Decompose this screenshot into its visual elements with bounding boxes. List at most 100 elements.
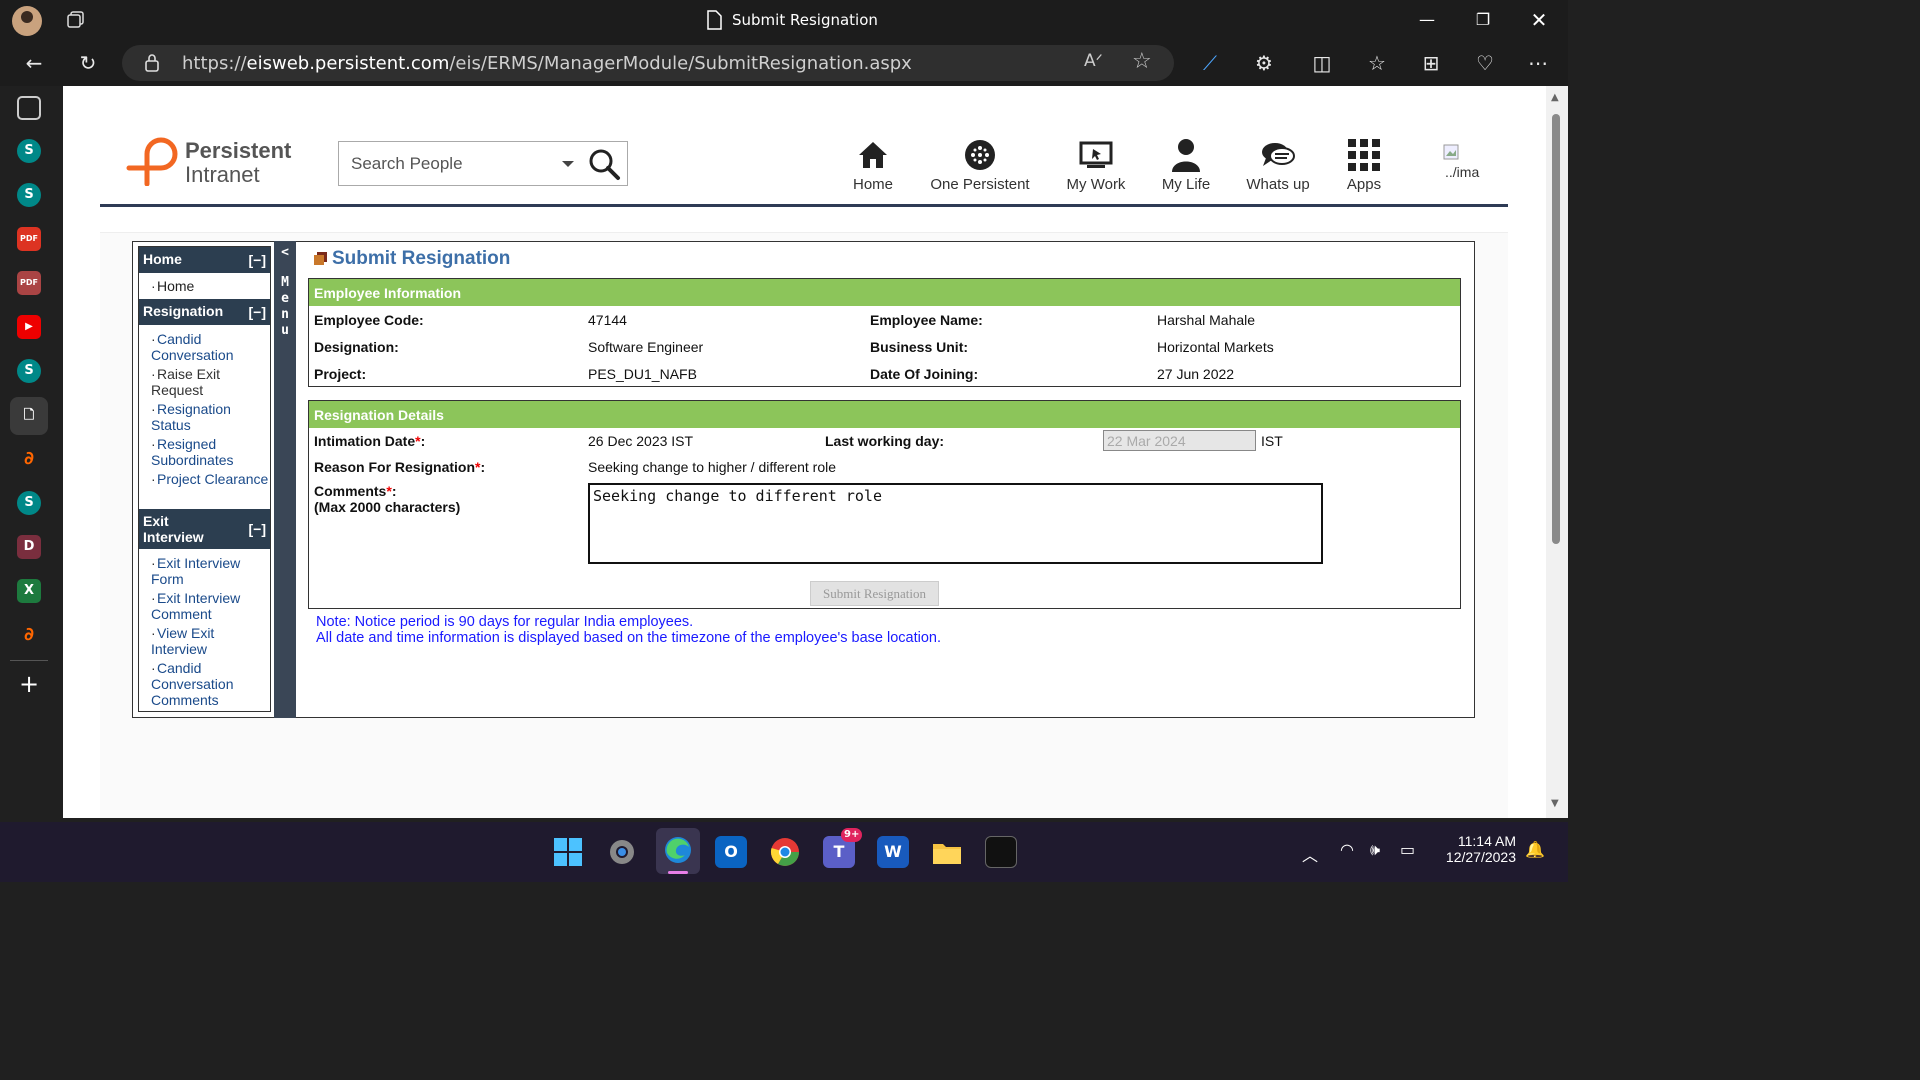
comments-textarea[interactable]	[588, 483, 1323, 564]
sharepoint-icon[interactable]: S	[17, 183, 41, 207]
persistent-logo-icon	[126, 137, 178, 186]
menu-item-resignation-status[interactable]: Resignation Status	[145, 401, 269, 433]
youtube-icon[interactable]: ▶	[17, 315, 41, 339]
restore-button[interactable]: ❐	[1471, 8, 1495, 32]
menu-section-resignation[interactable]: Resignation [−]	[139, 299, 270, 325]
document-icon[interactable]: 🗋	[10, 397, 48, 435]
employee-code-label: Employee Code:	[314, 312, 424, 328]
collections-icon[interactable]: ⊞	[1418, 50, 1444, 76]
start-windows-icon[interactable]	[552, 836, 584, 868]
terminal-icon[interactable]	[985, 836, 1017, 868]
close-button[interactable]: ✕	[1527, 8, 1551, 32]
submit-resignation-button[interactable]: Submit Resignation	[810, 581, 939, 606]
copilot-pen-icon[interactable]: ⟋	[1197, 50, 1223, 76]
refresh-icon[interactable]: ↻	[75, 50, 101, 76]
scroll-up-arrow-icon[interactable]: ▲	[1551, 92, 1559, 103]
collapse-toggle[interactable]: [−]	[249, 252, 267, 268]
menu-strip-letter: M	[281, 275, 289, 290]
favorites-icon[interactable]: ☆	[1364, 50, 1390, 76]
outlook-icon[interactable]: O	[715, 836, 747, 868]
back-arrow-icon[interactable]: ←	[21, 50, 47, 76]
last-working-day-label: Last working day:	[825, 433, 945, 449]
menu-section-home[interactable]: Home [−]	[139, 247, 270, 273]
resignation-details-heading: Resignation Details	[309, 401, 1460, 428]
persistent-logo-icon[interactable]: ∂	[17, 623, 41, 647]
wifi-icon[interactable]: ◠	[1340, 840, 1354, 859]
search-icon[interactable]	[587, 147, 621, 181]
menu-item-candid-conversation-comments[interactable]: Candid Conversation Comments	[145, 660, 269, 708]
menu-item-project-clearance[interactable]: Project Clearance	[145, 471, 269, 487]
menu-item-exit-interview-comment[interactable]: Exit Interview Comment	[145, 590, 269, 622]
lock-icon[interactable]	[144, 53, 160, 73]
user-profile-image[interactable]: ../ima	[1443, 144, 1489, 188]
menu-item-resigned-subordinates[interactable]: Resigned Subordinates	[145, 436, 269, 468]
nav-apps[interactable]: Apps	[1343, 138, 1385, 193]
nav-whats-up-label: Whats up	[1246, 176, 1310, 193]
menu-item-raise-exit-request[interactable]: Raise Exit Request	[145, 366, 269, 398]
sharepoint-icon[interactable]: S	[17, 359, 41, 383]
profile-avatar[interactable]	[12, 6, 42, 36]
menu-strip-letter: n	[281, 307, 289, 322]
tab-list-icon[interactable]	[17, 96, 41, 120]
menu-collapse-strip[interactable]: < M e n u	[274, 241, 296, 718]
reason-label: Reason For Resignation*:	[314, 459, 485, 475]
search-people-input[interactable]: Search People	[338, 141, 628, 186]
file-explorer-icon[interactable]	[931, 836, 963, 868]
vertical-scrollbar[interactable]: ▲ ▼	[1546, 86, 1568, 818]
more-options-icon[interactable]: ⋯	[1525, 50, 1551, 76]
url-text[interactable]: https://eisweb.persistent.com/eis/ERMS/M…	[182, 53, 912, 74]
minimize-button[interactable]: —	[1415, 8, 1439, 32]
sharepoint-icon[interactable]: S	[17, 491, 41, 515]
scroll-down-arrow-icon[interactable]: ▼	[1551, 798, 1559, 809]
timezone-note: All date and time information is display…	[316, 630, 942, 646]
menu-item-home[interactable]: Home	[151, 278, 275, 294]
page-viewport: Persistent Intranet Search People Home O…	[63, 86, 1546, 818]
monitor-icon	[1079, 141, 1113, 168]
nav-my-life[interactable]: My Life	[1157, 138, 1215, 193]
excel-icon[interactable]: X	[17, 579, 41, 603]
chat-icon	[1262, 143, 1295, 166]
favorite-star-icon[interactable]: ☆	[1132, 49, 1152, 74]
address-bar[interactable]: https://eisweb.persistent.com/eis/ERMS/M…	[122, 45, 1174, 81]
app-d-icon[interactable]: D	[17, 535, 41, 559]
menu-item-exit-interview-form[interactable]: Exit Interview Form	[145, 555, 269, 587]
menu-item-candid-conversation[interactable]: Candid Conversation	[145, 331, 269, 363]
extensions-icon[interactable]: ⚙	[1251, 50, 1277, 76]
last-working-day-input[interactable]	[1103, 430, 1256, 451]
collapse-toggle[interactable]: [−]	[249, 521, 267, 537]
persistent-intranet-logo[interactable]: Persistent Intranet	[125, 132, 295, 187]
performance-icon[interactable]: ♡	[1472, 50, 1498, 76]
clock[interactable]: 11:14 AM 12/27/2023	[1436, 833, 1516, 865]
persistent-logo-icon[interactable]: ∂	[17, 447, 41, 471]
pdf-icon[interactable]: PDF	[17, 271, 41, 295]
collapse-toggle[interactable]: [−]	[249, 304, 267, 320]
teams-icon[interactable]: T 9+	[823, 828, 863, 868]
nav-one-persistent[interactable]: One Persistent	[929, 138, 1031, 193]
add-icon[interactable]: +	[17, 672, 41, 696]
nav-my-work[interactable]: My Work	[1063, 138, 1129, 193]
tab-actions-icon[interactable]	[66, 10, 86, 30]
word-icon[interactable]: W	[877, 836, 909, 868]
split-screen-icon[interactable]: ◫	[1309, 50, 1335, 76]
nav-whats-up[interactable]: Whats up	[1243, 138, 1313, 193]
menu-section-title: Exit Interview	[143, 513, 204, 545]
nav-home[interactable]: Home	[847, 138, 899, 193]
business-unit-label: Business Unit:	[870, 339, 969, 355]
notification-bell-icon[interactable]: 🔔	[1525, 840, 1545, 859]
scrollbar-thumb[interactable]	[1552, 114, 1560, 544]
menu-section-exit-interview-header[interactable]: Exit Interview [−]	[139, 509, 270, 549]
show-hidden-icons-chevron-icon[interactable]: ︿	[1302, 842, 1318, 866]
menu-section-title: Resignation	[143, 303, 224, 319]
read-aloud-icon[interactable]: Aᐟ	[1084, 51, 1103, 71]
volume-icon[interactable]: 🕪	[1370, 840, 1380, 860]
sharepoint-icon[interactable]: S	[17, 139, 41, 163]
collapse-arrow[interactable]: <	[274, 245, 296, 261]
pdf-icon[interactable]: PDF	[17, 227, 41, 251]
edge-browser-icon[interactable]	[656, 828, 700, 874]
settings-gear-icon[interactable]	[606, 836, 638, 868]
battery-icon[interactable]: ▭	[1400, 840, 1415, 859]
chrome-icon[interactable]	[769, 836, 801, 868]
project-label: Project:	[314, 366, 367, 382]
menu-item-view-exit-interview[interactable]: View Exit Interview	[145, 625, 269, 657]
dropdown-caret-icon[interactable]	[561, 160, 575, 168]
